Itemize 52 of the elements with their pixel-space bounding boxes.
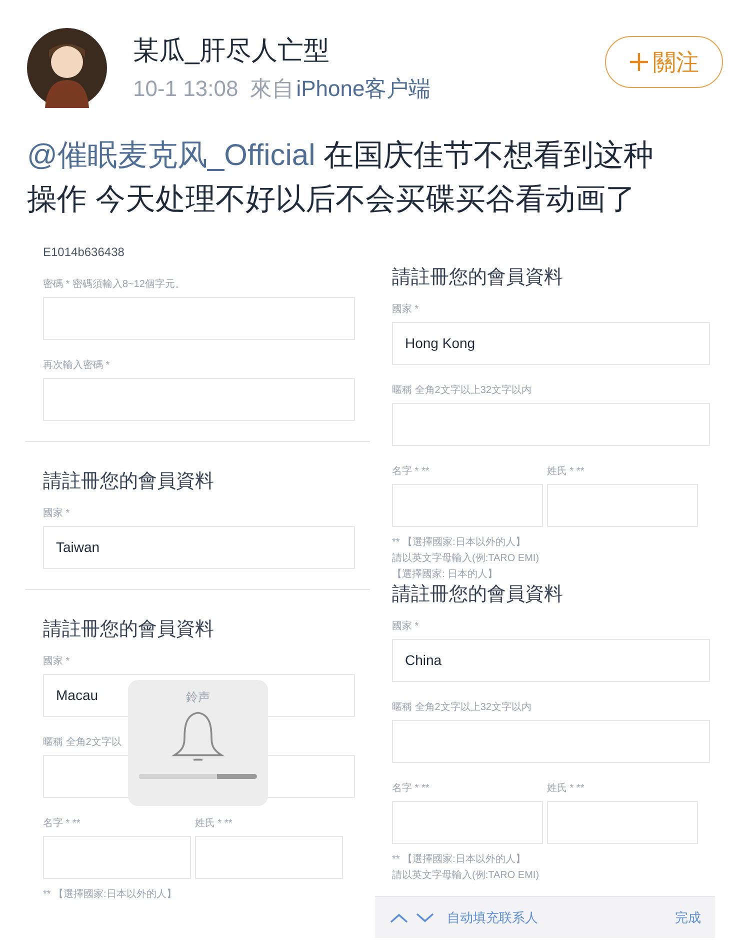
field-label: 名字 * ** bbox=[43, 818, 82, 830]
section-heading: 請註冊您的會員資料 bbox=[43, 470, 215, 494]
field-label: 國家 * bbox=[392, 621, 420, 633]
field-label: 國家 * bbox=[43, 656, 71, 668]
field-label: 名字 * ** bbox=[392, 783, 430, 795]
section-heading: 請註冊您的會員資料 bbox=[392, 266, 564, 290]
note-text: 請以英文字母輸入(例:TARO EMI) bbox=[392, 552, 540, 566]
field-label: 暱稱 全角2文字以 bbox=[43, 737, 122, 749]
mention-link[interactable]: @催眠麦克风_Official bbox=[27, 139, 316, 172]
field-label: 姓氏 * ** bbox=[547, 783, 586, 795]
input-field[interactable] bbox=[43, 297, 355, 340]
input-field[interactable] bbox=[392, 484, 543, 527]
field-label: 密碼 * 密碼須輸入8~12個字元。 bbox=[43, 279, 186, 291]
field-label: 姓氏 * ** bbox=[547, 466, 586, 478]
note-text: ** 【選擇國家:日本以外的人】 bbox=[392, 536, 526, 550]
done-button[interactable]: 完成 bbox=[675, 908, 701, 928]
section-heading: 請註冊您的會員資料 bbox=[392, 583, 564, 607]
input-field[interactable] bbox=[392, 720, 710, 763]
input-field[interactable] bbox=[392, 801, 543, 844]
field-label: 名字 * ** bbox=[392, 466, 430, 478]
field-label: 暱稱 全角2文字以上32文字以内 bbox=[392, 385, 532, 397]
field-label: 姓氏 * ** bbox=[195, 818, 234, 830]
input-field[interactable]: Hong Kong bbox=[392, 322, 710, 365]
field-label: 再次輸入密碼 * bbox=[43, 360, 111, 372]
field-label: 暱稱 全角2文字以上32文字以内 bbox=[392, 702, 532, 714]
note-text: 請以英文字母輸入(例:TARO EMI) bbox=[392, 868, 540, 883]
input-field[interactable]: Taiwan bbox=[43, 526, 355, 569]
input-field[interactable] bbox=[43, 836, 191, 879]
note-text: ** 【選擇國家:日本以外的人】 bbox=[43, 888, 178, 902]
post-text: @催眠麦克风_Official 在国庆佳节不想看到这种操作 今天处理不好以后不会买碟买谷看动画了 bbox=[26, 138, 655, 218]
overlay-title: 鈴声 bbox=[186, 689, 210, 706]
input-field[interactable] bbox=[195, 836, 343, 879]
plus-icon bbox=[629, 52, 649, 72]
note-text: 【選擇國家: 日本的人】 bbox=[392, 568, 499, 582]
input-field[interactable] bbox=[392, 403, 710, 446]
author-name[interactable]: 某瓜_肝尽人亡型 bbox=[133, 34, 605, 66]
chevron-down-icon[interactable] bbox=[415, 912, 435, 924]
avatar[interactable] bbox=[27, 28, 107, 108]
input-field[interactable] bbox=[547, 484, 698, 527]
input-field[interactable]: China bbox=[392, 639, 710, 682]
section-heading: 請註冊您的會員資料 bbox=[43, 618, 215, 642]
post-time: 10-1 13:08 bbox=[133, 76, 238, 102]
chevron-up-icon[interactable] bbox=[389, 912, 409, 924]
field-label: 國家 * bbox=[392, 304, 420, 316]
input-field[interactable] bbox=[43, 378, 355, 421]
input-field[interactable] bbox=[547, 801, 698, 844]
note-text: ** 【選擇國家:日本以外的人】 bbox=[392, 852, 526, 867]
email-text: E1014b636438 bbox=[43, 245, 126, 259]
autofill-button[interactable]: 自动填充联系人 bbox=[447, 908, 538, 928]
source-link[interactable]: iPhone客户端 bbox=[296, 76, 431, 102]
field-label: 國家 * bbox=[43, 508, 71, 520]
source-prefix: 來自 bbox=[250, 76, 294, 102]
